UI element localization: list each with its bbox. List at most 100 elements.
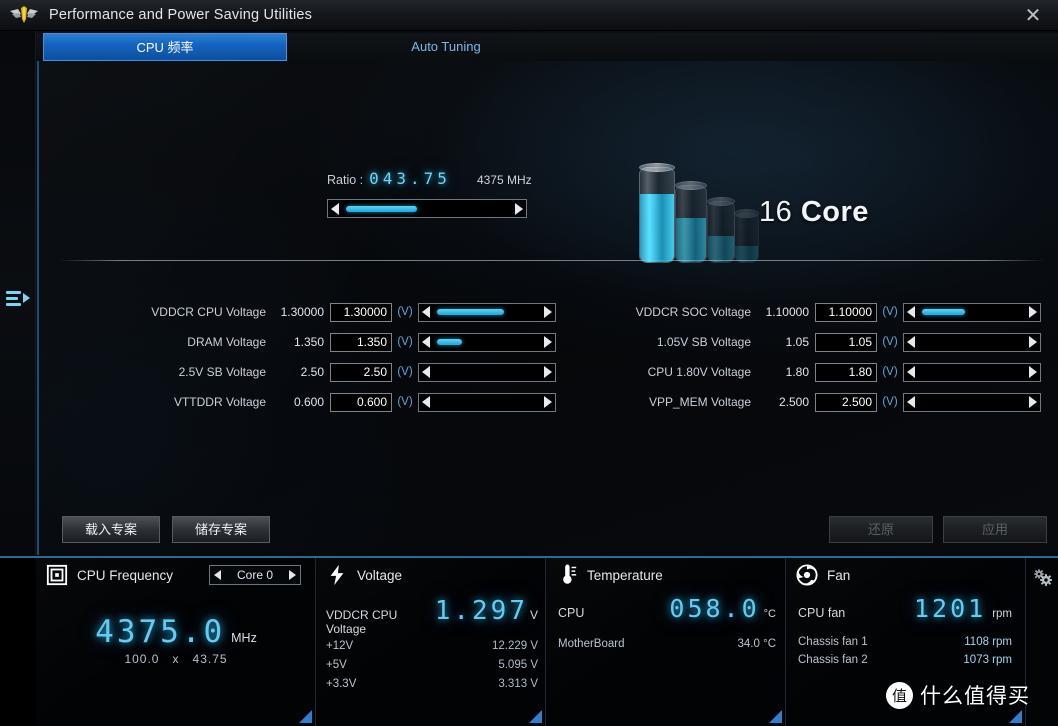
- hamburger-expand-icon[interactable]: [6, 286, 32, 310]
- ratio-slider[interactable]: [327, 199, 527, 218]
- tab-cpu-frequency[interactable]: CPU 频率: [43, 33, 287, 61]
- voltage-current-value: 0.600: [293, 395, 324, 409]
- voltage-slider-decrease-icon[interactable]: [419, 364, 435, 381]
- core-selector[interactable]: Core 0: [209, 565, 301, 585]
- voltage-slider[interactable]: [418, 362, 556, 382]
- voltage-input-right-0[interactable]: [815, 302, 877, 322]
- close-icon[interactable]: ✕: [1014, 2, 1052, 29]
- cpu-frequency-unit: MHz: [231, 631, 257, 645]
- app-window: Performance and Power Saving Utilities ✕…: [0, 0, 1058, 726]
- voltage-current-value: 2.500: [778, 395, 809, 409]
- voltage-slider-increase-icon[interactable]: [1024, 364, 1040, 381]
- cylinder-cap: [707, 197, 735, 206]
- voltage-slider-track[interactable]: [435, 304, 539, 321]
- voltage-slider-decrease-icon[interactable]: [904, 304, 920, 321]
- voltage-slider-decrease-icon[interactable]: [419, 304, 435, 321]
- ratio-block: Ratio : 043.75 4375 MHz: [327, 169, 567, 218]
- monitor-row-label: Chassis fan 1: [798, 636, 868, 648]
- core-selector-value: Core 0: [236, 568, 274, 582]
- section-divider: [61, 260, 1043, 261]
- core-next-icon[interactable]: [289, 570, 296, 580]
- ratio-slider-track[interactable]: [344, 200, 510, 217]
- voltage-slider-decrease-icon[interactable]: [904, 334, 920, 351]
- chevron-right-icon: [23, 293, 30, 303]
- voltage-row-label: 1.05V SB Voltage: [656, 335, 751, 349]
- voltage-unit: (V): [397, 396, 413, 408]
- temperature-main-label: CPU: [558, 606, 585, 620]
- voltage-input-right-1[interactable]: [815, 332, 877, 352]
- voltage-input-right-3[interactable]: [815, 392, 877, 412]
- voltage-slider[interactable]: [903, 392, 1041, 412]
- panel-voltage: Voltage VDDCR CPU Voltage 1.297 V +12V 12.…: [316, 558, 546, 726]
- voltage-input-left-2[interactable]: [330, 362, 392, 382]
- voltage-slider-track[interactable]: [920, 364, 1024, 381]
- voltage-slider-decrease-icon[interactable]: [904, 394, 920, 411]
- cylinder-body: [639, 167, 675, 263]
- voltage-main-label: VDDCR CPU Voltage: [326, 608, 398, 636]
- voltage-slider-fill: [922, 309, 965, 315]
- voltage-slider-decrease-icon[interactable]: [904, 364, 920, 381]
- ratio-label: Ratio :: [327, 173, 364, 187]
- panel-fan: Fan CPU fan 1201 rpm Chassis fan 1 1108 rp…: [786, 558, 1026, 726]
- voltage-slider-increase-icon[interactable]: [1024, 334, 1040, 351]
- voltage-slider-decrease-icon[interactable]: [419, 334, 435, 351]
- resize-corner-icon[interactable]: [529, 710, 542, 723]
- voltage-slider[interactable]: [418, 392, 556, 412]
- voltage-slider-increase-icon[interactable]: [1024, 394, 1040, 411]
- panel-title: Voltage: [357, 567, 403, 583]
- voltage-slider-increase-icon[interactable]: [1024, 304, 1040, 321]
- resize-corner-icon[interactable]: [1009, 710, 1022, 723]
- voltage-slider-track[interactable]: [920, 304, 1024, 321]
- monitor-row-label: +12V: [326, 640, 354, 652]
- voltage-row-label: VDDCR SOC Voltage: [635, 305, 751, 319]
- voltage-slider-increase-icon[interactable]: [539, 334, 555, 351]
- panel-title: CPU Frequency: [77, 567, 174, 583]
- voltage-slider[interactable]: [903, 332, 1041, 352]
- voltage-row-label: DRAM Voltage: [187, 335, 266, 349]
- load-profile-button[interactable]: 载入专案: [62, 516, 160, 543]
- voltage-input-left-0[interactable]: [330, 302, 392, 322]
- voltage-slider-decrease-icon[interactable]: [419, 394, 435, 411]
- voltage-unit: (V): [882, 336, 898, 348]
- voltage-slider[interactable]: [903, 362, 1041, 382]
- monitor-row-value: 1073 rpm: [963, 654, 1012, 666]
- voltage-input-left-3[interactable]: [330, 392, 392, 412]
- apply-button[interactable]: 应用: [943, 516, 1047, 543]
- voltage-slider-increase-icon[interactable]: [539, 364, 555, 381]
- left-rail: [0, 31, 36, 555]
- panel-title: Temperature: [587, 567, 663, 583]
- voltage-slider-track[interactable]: [435, 394, 539, 411]
- ratio-slider-increase-icon[interactable]: [510, 200, 526, 217]
- resize-corner-icon[interactable]: [299, 710, 312, 723]
- voltage-row: CPU 1.80V Voltage 1.80 (V): [619, 361, 1041, 383]
- voltage-current-value: 1.80: [785, 365, 809, 379]
- base-clock-value: 100.0: [124, 652, 160, 666]
- gears-icon[interactable]: [1030, 566, 1056, 592]
- voltage-slider-track[interactable]: [435, 334, 539, 351]
- voltage-slider-increase-icon[interactable]: [539, 394, 555, 411]
- voltage-slider[interactable]: [418, 332, 556, 352]
- monitor-strip: CPU Frequency Core 0 4375.0 MHz 100.0 x 4…: [0, 556, 1058, 726]
- voltage-slider-track[interactable]: [920, 394, 1024, 411]
- core-prev-icon[interactable]: [214, 570, 221, 580]
- voltage-slider-track[interactable]: [435, 364, 539, 381]
- monitor-row-label: Chassis fan 2: [798, 654, 868, 666]
- action-button-row: 载入专案 储存专案 还原 应用: [39, 516, 1058, 546]
- voltage-row-label: 2.5V SB Voltage: [178, 365, 266, 379]
- voltage-input-right-2[interactable]: [815, 362, 877, 382]
- voltage-input-left-1[interactable]: [330, 332, 392, 352]
- resize-corner-icon[interactable]: [769, 710, 782, 723]
- voltage-slider-track[interactable]: [920, 334, 1024, 351]
- fan-row-list: Chassis fan 1 1108 rpm Chassis fan 2 1073 r…: [798, 636, 1012, 672]
- ratio-slider-decrease-icon[interactable]: [328, 200, 344, 217]
- tab-auto-tuning[interactable]: Auto Tuning: [318, 33, 574, 61]
- voltage-slider[interactable]: [903, 302, 1041, 322]
- voltage-slider[interactable]: [418, 302, 556, 322]
- save-profile-button[interactable]: 储存专案: [172, 516, 270, 543]
- monitor-row: +12V 12.229 V: [326, 640, 538, 652]
- monitor-row-value: 34.0 °C: [737, 638, 776, 650]
- voltage-row: 1.05V SB Voltage 1.05 (V): [619, 331, 1041, 353]
- voltage-unit: (V): [397, 306, 413, 318]
- voltage-slider-increase-icon[interactable]: [539, 304, 555, 321]
- restore-button[interactable]: 还原: [829, 516, 933, 543]
